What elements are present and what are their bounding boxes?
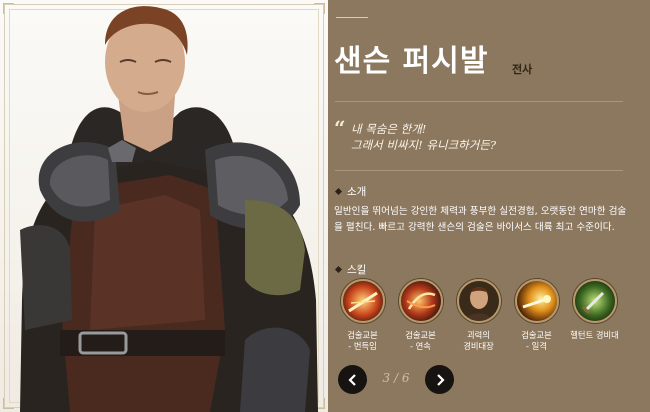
skills-heading: 스킬 (334, 262, 367, 277)
skill-label-line: 헬턴트 경비대 (570, 330, 619, 340)
captain-portrait-icon[interactable] (456, 279, 501, 323)
quote-mark-icon: “ (334, 116, 346, 140)
skill-list: 검술교본 - 번득임 검술교본 - 연속 괴력의 경비대장 검술교본 - 일격 … (334, 279, 630, 352)
intro-text: 일반인을 뛰어넘는 강인한 체력과 풍부한 실전경험, 오랫동안 연마한 검술을… (334, 206, 627, 233)
skill-item[interactable]: 검술교본 - 연속 (392, 279, 449, 352)
quote-line: 내 목숨은 한개! (351, 122, 427, 136)
quote-line: 그래서 비싸지! 유니크하거든? (351, 138, 497, 152)
divider (335, 101, 623, 102)
skill-label-line: 검술교본 (521, 330, 552, 340)
page-indicator: 3 / 6 (382, 371, 410, 385)
intro-heading-label: 소개 (347, 186, 367, 198)
prev-button[interactable] (338, 365, 367, 394)
skill-label-line: - 연속 (410, 341, 431, 351)
divider (335, 170, 623, 171)
skill-label-line: - 번득임 (348, 341, 377, 351)
character-info-panel: 샌슨 퍼시발 전사 “ 내 목숨은 한개! 그래서 비싸지! 유니크하거든? 소… (328, 0, 650, 412)
strike-icon[interactable] (514, 279, 559, 323)
skill-label: 검술교본 - 연속 (405, 330, 436, 352)
skill-item[interactable]: 검술교본 - 일격 (508, 279, 565, 352)
character-class: 전사 (512, 63, 533, 76)
skills-heading-label: 스킬 (347, 264, 367, 276)
character-pager: 3 / 6 (338, 365, 456, 395)
character-card: 샌슨 퍼시발 전사 “ 내 목숨은 한개! 그래서 비싸지! 유니크하거든? 소… (0, 0, 650, 412)
diamond-bullet-icon (334, 265, 343, 274)
skill-label-line: - 일격 (526, 341, 547, 351)
warrior-figure (20, 6, 318, 412)
guard-sword-icon[interactable] (572, 279, 617, 323)
skill-label-line: 검술교본 (405, 330, 436, 340)
flash-slash-icon[interactable] (340, 279, 385, 323)
next-button[interactable] (425, 365, 454, 394)
character-quote: 내 목숨은 한개! 그래서 비싸지! 유니크하거든? (351, 121, 496, 153)
skill-label: 검술교본 - 번득임 (347, 330, 378, 352)
combo-slash-icon[interactable] (398, 279, 443, 323)
skill-item[interactable]: 괴력의 경비대장 (450, 279, 507, 352)
skill-label-line: 검술교본 (347, 330, 378, 340)
skill-label: 헬턴트 경비대 (570, 330, 618, 341)
skill-item[interactable]: 헬턴트 경비대 (566, 279, 623, 352)
chevron-left-icon (347, 373, 356, 386)
skill-item[interactable]: 검술교본 - 번득임 (334, 279, 391, 352)
diamond-bullet-icon (334, 187, 343, 196)
decorative-rule (336, 17, 368, 18)
chevron-right-icon (436, 373, 445, 386)
skill-label-line: 경비대장 (463, 341, 494, 351)
skill-label: 괴력의 경비대장 (463, 330, 494, 352)
skill-label: 검술교본 - 일격 (521, 330, 552, 352)
character-portrait (0, 0, 328, 412)
intro-heading: 소개 (334, 184, 367, 199)
skill-label-line: 괴력의 (467, 330, 490, 340)
character-name: 샌슨 퍼시발 (334, 44, 489, 79)
